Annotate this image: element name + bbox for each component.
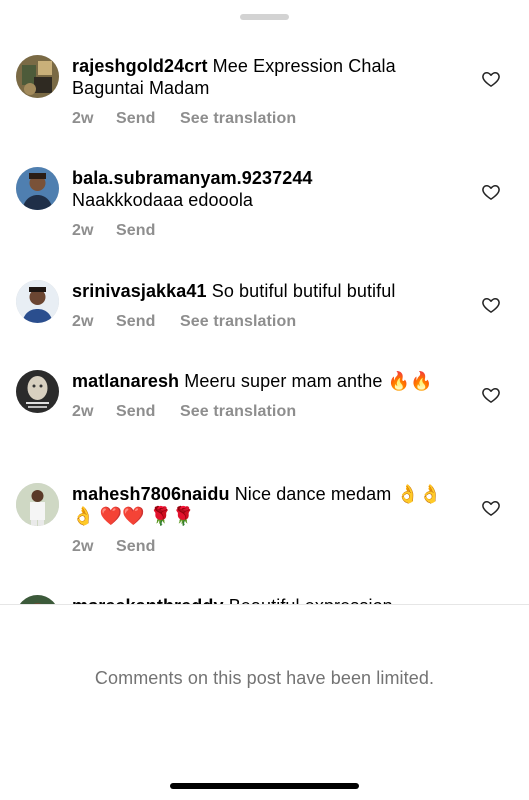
comment-time: 2w (72, 403, 94, 420)
heart-outline-icon[interactable] (481, 385, 501, 405)
comment-text: Naakkkodaaa edooola (72, 190, 254, 210)
comment-body: bala.subramanyam.9237244 Naakkkodaaa edo… (72, 167, 452, 242)
comment-username[interactable]: msreekanthreddy (72, 596, 224, 604)
avatar-image (16, 370, 59, 413)
comment-text: Meeru super mam anthe 🔥🔥 (184, 371, 433, 391)
avatar-image (16, 167, 59, 210)
heart-outline-icon[interactable] (481, 69, 501, 89)
avatar-image (16, 55, 59, 98)
comment-time: 2w (72, 313, 94, 330)
comment-text: Beautiful expression (229, 596, 393, 604)
avatar-image (16, 483, 59, 526)
comment-username[interactable]: srinivasjakka41 (72, 281, 207, 301)
comment-text-line: bala.subramanyam.9237244 Naakkkodaaa edo… (72, 167, 452, 211)
send-button[interactable]: Send (116, 536, 180, 558)
see-translation-link[interactable]: See translation (180, 311, 296, 333)
comment-text-line: rajeshgold24crt Mee Expression Chala Bag… (72, 55, 452, 99)
send-button[interactable]: Send (116, 220, 180, 242)
home-indicator[interactable] (170, 783, 359, 789)
comment-meta: 2w Send See translation (72, 108, 452, 130)
avatar[interactable] (16, 55, 59, 98)
avatar-image (16, 595, 59, 604)
comment-username[interactable]: rajeshgold24crt (72, 56, 208, 76)
send-button[interactable]: Send (116, 108, 180, 130)
avatar[interactable] (16, 280, 59, 323)
comment-body: srinivasjakka41 So butiful butiful butif… (72, 280, 452, 333)
comment-time: 2w (72, 222, 94, 239)
send-button[interactable]: Send (116, 311, 180, 333)
avatar[interactable] (16, 167, 59, 210)
send-button[interactable]: Send (116, 401, 180, 423)
comment-meta: 2w Send See translation (72, 311, 452, 333)
comment-text-line: msreekanthreddy Beautiful expression (72, 595, 452, 604)
comment-time: 2w (72, 110, 94, 127)
heart-outline-icon[interactable] (481, 498, 501, 518)
comment-time: 2w (72, 538, 94, 555)
footer-divider (0, 604, 529, 605)
see-translation-link[interactable]: See translation (180, 108, 296, 130)
see-translation-link[interactable]: See translation (180, 401, 296, 423)
heart-outline-icon[interactable] (481, 295, 501, 315)
avatar[interactable] (16, 595, 59, 604)
avatar-image (16, 280, 59, 323)
comment-username[interactable]: bala.subramanyam.9237244 (72, 167, 452, 189)
comment-meta: 2w Send (72, 536, 452, 558)
comment-meta: 2w Send (72, 220, 452, 242)
comment-body: mahesh7806naidu Nice dance medam 👌👌👌 ❤️❤… (72, 483, 452, 558)
comment-text: So butiful butiful butiful (211, 281, 396, 301)
heart-outline-icon[interactable] (481, 182, 501, 202)
avatar[interactable] (16, 483, 59, 526)
comment-body: matlanaresh Meeru super mam anthe 🔥🔥 2w … (72, 370, 452, 423)
comments-limited-notice: Comments on this post have been limited. (94, 668, 435, 688)
comment-text-line: mahesh7806naidu Nice dance medam 👌👌👌 ❤️❤… (72, 483, 452, 527)
comment-text-line: srinivasjakka41 So butiful butiful butif… (72, 280, 452, 302)
comment-meta: 2w Send See translation (72, 401, 452, 423)
avatar[interactable] (16, 370, 59, 413)
comment-text-line: matlanaresh Meeru super mam anthe 🔥🔥 (72, 370, 452, 392)
comment-username[interactable]: mahesh7806naidu (72, 484, 230, 504)
comment-username[interactable]: matlanaresh (72, 371, 179, 391)
comment-body: rajeshgold24crt Mee Expression Chala Bag… (72, 55, 452, 130)
comments-sheet: rajeshgold24crt Mee Expression Chala Bag… (0, 0, 529, 800)
comment-body: msreekanthreddy Beautiful expression (72, 595, 452, 604)
comments-list[interactable]: rajeshgold24crt Mee Expression Chala Bag… (0, 0, 529, 604)
